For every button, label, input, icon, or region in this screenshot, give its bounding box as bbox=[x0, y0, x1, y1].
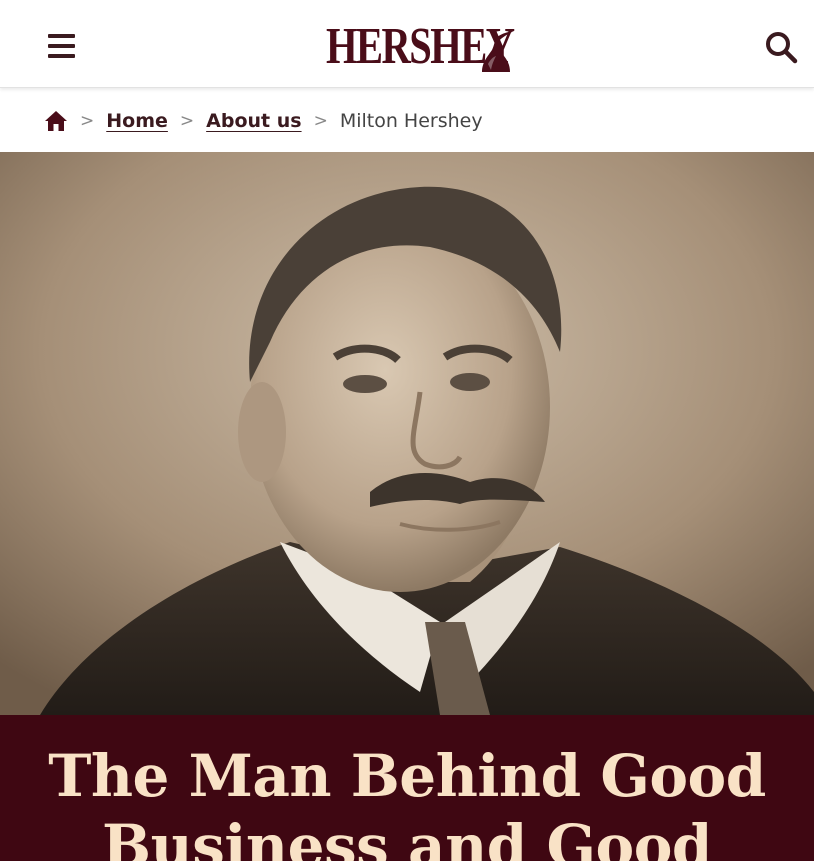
breadcrumb-current: Milton Hershey bbox=[339, 109, 483, 132]
breadcrumb-link-about-us[interactable]: About us bbox=[206, 110, 301, 132]
logo-text: HERSHEY bbox=[326, 18, 515, 75]
kiss-logo-icon bbox=[482, 31, 514, 72]
home-icon[interactable] bbox=[44, 110, 68, 132]
breadcrumb-separator: > bbox=[179, 110, 195, 131]
hamburger-menu-icon[interactable] bbox=[48, 34, 76, 60]
breadcrumb-link-home[interactable]: Home bbox=[106, 110, 168, 132]
breadcrumb: > Home > About us > Milton Hershey bbox=[0, 89, 814, 152]
breadcrumb-separator: > bbox=[80, 110, 95, 131]
breadcrumb-separator: > bbox=[313, 110, 328, 131]
portrait-illustration bbox=[0, 152, 814, 715]
page-title-band: The Man Behind Good Business and Good bbox=[0, 715, 814, 861]
hero-portrait-image bbox=[0, 152, 814, 715]
search-icon[interactable] bbox=[764, 30, 798, 64]
site-header: HERSHEY bbox=[0, 0, 814, 88]
page-title: The Man Behind Good Business and Good bbox=[48, 742, 766, 861]
hershey-logo[interactable]: HERSHEY bbox=[326, 18, 515, 76]
